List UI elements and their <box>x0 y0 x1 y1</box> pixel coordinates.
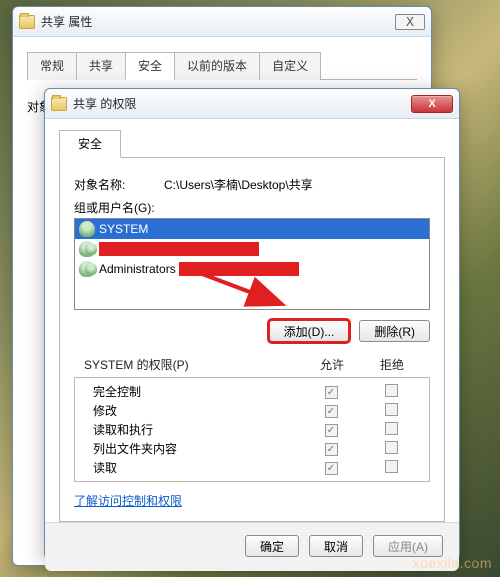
tab-customize[interactable]: 自定义 <box>259 52 321 80</box>
watermark: xuexila.com <box>413 555 492 571</box>
list-item[interactable]: Administrators <box>75 259 429 279</box>
deny-checkbox[interactable] <box>385 460 398 473</box>
list-item[interactable]: SYSTEM <box>75 219 429 239</box>
close-button[interactable]: X <box>411 95 453 113</box>
permissions-title: 共享 的权限 <box>73 95 136 112</box>
folder-icon <box>19 15 35 29</box>
permission-label: 完全控制 <box>93 383 301 400</box>
permission-row: 读取和执行 <box>75 420 429 439</box>
tab-previous-versions[interactable]: 以前的版本 <box>174 52 260 80</box>
tab-security[interactable]: 安全 <box>125 52 175 80</box>
permissions-window: 共享 的权限 X 安全 对象名称: C:\Users\李楠\Desktop\共享… <box>44 88 460 560</box>
deny-checkbox[interactable] <box>385 422 398 435</box>
allow-checkbox[interactable] <box>325 443 338 456</box>
object-name-label: 对象名称: <box>74 176 164 193</box>
list-item-label: Administrators <box>99 262 176 276</box>
cancel-button[interactable]: 取消 <box>309 535 363 557</box>
add-button[interactable]: 添加(D)... <box>269 320 350 342</box>
users-listbox[interactable]: SYSTEM Administrators <box>74 218 430 310</box>
list-item-label: SYSTEM <box>99 222 148 236</box>
close-icon[interactable]: 𝖷 <box>395 14 425 30</box>
group-icon <box>79 261 95 277</box>
remove-button[interactable]: 删除(R) <box>359 320 430 342</box>
permission-row: 读取 <box>75 458 429 477</box>
properties-tabs: 常规 共享 安全 以前的版本 自定义 <box>27 51 417 80</box>
deny-checkbox[interactable] <box>385 384 398 397</box>
groups-label: 组或用户名(G): <box>74 199 430 216</box>
security-panel: 对象名称: C:\Users\李楠\Desktop\共享 组或用户名(G): S… <box>59 158 445 522</box>
deny-checkbox[interactable] <box>385 403 398 416</box>
properties-title: 共享 属性 <box>41 13 92 30</box>
permission-label: 读取 <box>93 459 301 476</box>
tab-security[interactable]: 安全 <box>59 130 121 158</box>
list-item[interactable] <box>75 239 429 259</box>
tab-sharing[interactable]: 共享 <box>76 52 126 80</box>
allow-checkbox[interactable] <box>325 462 338 475</box>
learn-link[interactable]: 了解访问控制和权限 <box>74 494 182 508</box>
permissions-tabs: 安全 <box>59 129 445 158</box>
redacted-text <box>99 242 259 256</box>
tab-general[interactable]: 常规 <box>27 52 77 80</box>
deny-header: 拒绝 <box>362 356 422 373</box>
allow-checkbox[interactable] <box>325 405 338 418</box>
object-name-value: C:\Users\李楠\Desktop\共享 <box>164 176 313 193</box>
permission-label: 修改 <box>93 402 301 419</box>
dialog-footer: 确定 取消 应用(A) <box>45 522 459 571</box>
permission-label: 列出文件夹内容 <box>93 440 301 457</box>
permission-row: 列出文件夹内容 <box>75 439 429 458</box>
user-icon <box>79 221 95 237</box>
deny-checkbox[interactable] <box>385 441 398 454</box>
allow-checkbox[interactable] <box>325 424 338 437</box>
group-icon <box>79 241 95 257</box>
permissions-list: 完全控制 修改 读取和执行 列出文件夹内容 <box>74 377 430 482</box>
permission-row: 完全控制 <box>75 382 429 401</box>
allow-header: 允许 <box>302 356 362 373</box>
permission-label: 读取和执行 <box>93 421 301 438</box>
ok-button[interactable]: 确定 <box>245 535 299 557</box>
permissions-header: SYSTEM 的权限(P) <box>84 356 302 373</box>
properties-titlebar[interactable]: 共享 属性 𝖷 <box>13 7 431 37</box>
permissions-titlebar[interactable]: 共享 的权限 X <box>45 89 459 119</box>
redacted-text <box>179 262 299 276</box>
permission-row: 修改 <box>75 401 429 420</box>
apply-button[interactable]: 应用(A) <box>373 535 443 557</box>
folder-icon <box>51 97 67 111</box>
allow-checkbox[interactable] <box>325 386 338 399</box>
